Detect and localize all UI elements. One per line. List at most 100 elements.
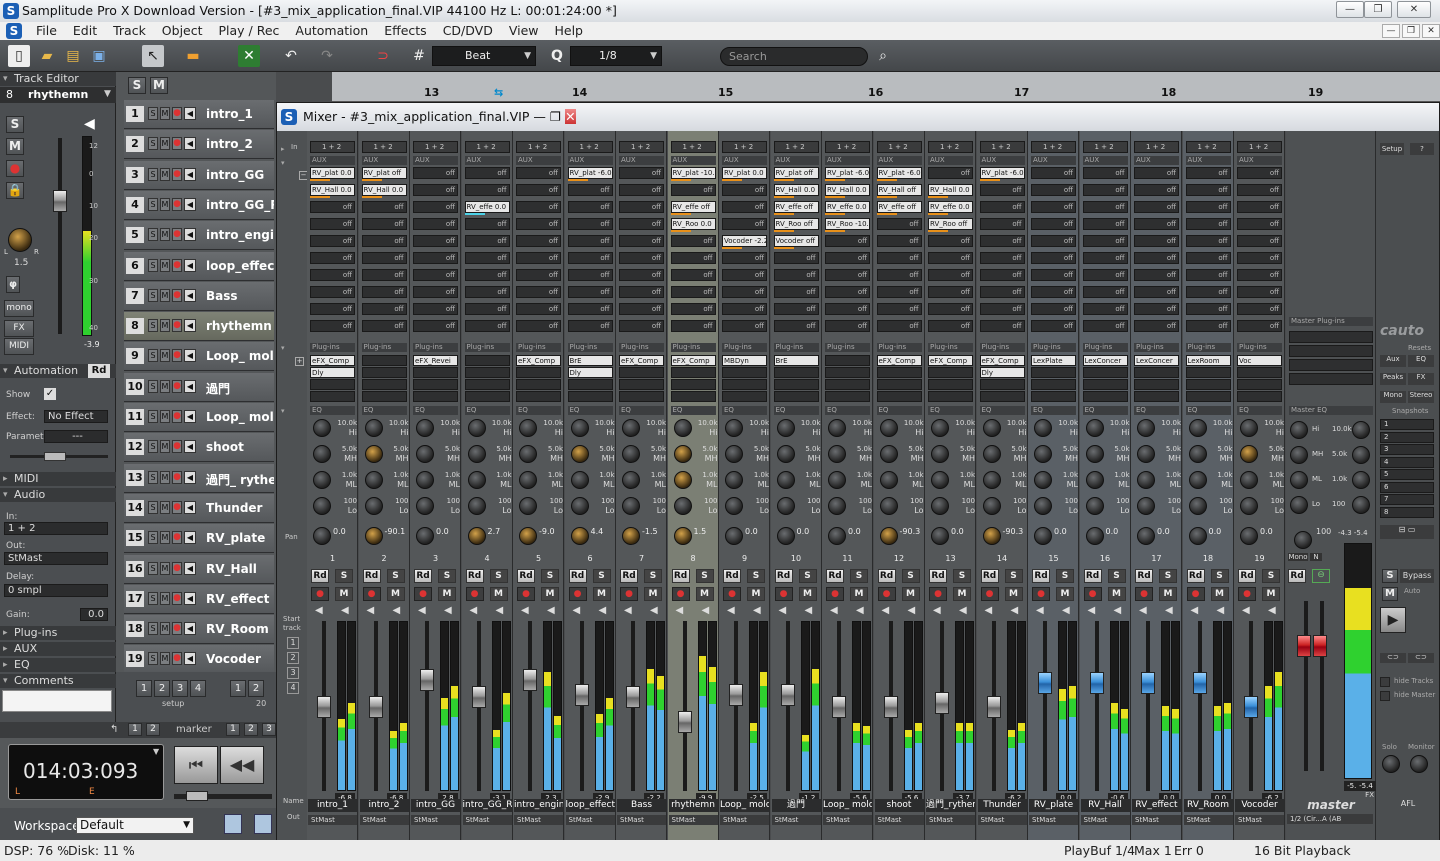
meter-speaker-icon[interactable]: ◀ [1114,605,1122,616]
playhead-marker-icon[interactable]: ⇆ [494,86,503,99]
plugin-slot[interactable]: eFX_Comp [928,355,973,366]
aux-send[interactable]: off [1237,235,1282,247]
aux-send[interactable]: off [876,235,922,247]
eq-gain-knob[interactable] [673,471,692,489]
input-select[interactable]: 1 + 2 [1082,141,1128,153]
aux-send[interactable]: off [567,320,613,332]
track-s-button[interactable]: S [148,500,158,514]
aux-send[interactable]: off [773,286,819,298]
meter-speaker-icon[interactable]: ◀ [1217,605,1225,616]
channel-name[interactable]: loop_effect [565,799,615,812]
plugin-slot[interactable] [619,367,664,378]
track-row[interactable]: 15 S M ● ◀ RV_plate [124,524,274,554]
plugin-slot[interactable] [876,367,922,378]
aux-send[interactable]: off [979,303,1025,315]
monitor-speaker-icon[interactable]: ◀ [315,605,323,616]
aux-send[interactable]: RV_plat off [361,167,407,179]
pan-knob[interactable] [725,527,743,545]
volume-fader[interactable] [986,696,1001,718]
aux-send[interactable]: off [567,218,613,230]
aux-send[interactable]: off [516,320,561,332]
plugin-slot[interactable] [413,379,458,390]
delay-field[interactable]: 0 smpl [4,584,108,597]
aux-send[interactable]: off [1185,303,1231,315]
plugin-slot[interactable] [619,391,664,402]
mute-button[interactable]: M [1210,587,1229,601]
track-s-button[interactable]: S [148,197,158,211]
eq-gain-knob[interactable] [467,419,486,437]
volume-fader[interactable] [574,684,589,706]
read-automation-button[interactable]: Rd [929,569,947,583]
channel-output-select[interactable]: StMast [771,815,821,825]
doc-restore-button[interactable]: ❐ [1402,24,1420,38]
meter-speaker-icon[interactable]: ◀ [908,605,916,616]
eq-gain-knob[interactable] [1137,445,1155,463]
track-s-button[interactable]: S [148,258,158,272]
pan-knob[interactable] [982,527,1001,545]
solo-button[interactable]: S [1004,569,1023,583]
read-automation-button[interactable]: Rd [362,569,381,583]
eq-gain-knob[interactable] [725,497,743,515]
channel-output-select[interactable]: StMast [926,815,975,825]
aux-send[interactable]: off [1031,184,1076,196]
eq-gain-knob[interactable] [828,497,846,515]
track-record-icon[interactable]: ● [172,652,182,666]
aux-send[interactable]: RV_Roo 0.0 [670,218,716,230]
aux-send[interactable]: off [1185,235,1231,247]
aux-send[interactable]: off [1134,218,1179,230]
mute-button[interactable]: M [489,587,508,601]
plugin-slot[interactable]: Voc [1237,355,1282,366]
plugin-slot[interactable] [876,379,922,390]
aux-send[interactable]: off [1237,320,1282,332]
eq-gain-knob[interactable] [879,445,898,463]
doc-close-button[interactable]: ✕ [1422,24,1440,38]
eq-gain-knob[interactable] [776,445,795,463]
eq-gain-knob[interactable] [364,445,383,463]
track-speaker-icon[interactable]: ◀ [184,167,196,181]
plugin-slot[interactable] [413,367,458,378]
track-name[interactable]: intro_1 [206,107,274,121]
aux-send[interactable]: off [1237,286,1282,298]
track-row[interactable]: 16 S M ● ◀ RV_Hall [124,554,274,584]
doc-minimize-button[interactable]: — [1382,24,1400,38]
record-button[interactable]: ● [6,160,24,177]
volume-fader[interactable] [935,691,949,714]
track-m-button[interactable]: M [160,107,170,120]
record-arm-icon[interactable]: ● [362,587,381,601]
automation-slider-handle[interactable] [44,452,66,461]
plugin-slot[interactable] [722,379,767,390]
aux-send[interactable]: off [1237,184,1282,196]
plugin-slot[interactable] [722,391,767,402]
grid-icon[interactable]: # [408,45,430,67]
aux-send[interactable]: off [1185,201,1231,213]
solo-button[interactable]: S [1210,569,1229,583]
eq-gain-knob[interactable] [725,419,743,437]
read-automation-button[interactable]: Rd [517,569,535,583]
track-speaker-icon[interactable]: ◀ [184,197,196,211]
track-record-icon[interactable]: ● [172,167,182,181]
meter-speaker-icon[interactable]: ◀ [1062,605,1070,616]
mute-button[interactable]: M [901,587,920,601]
aux-send[interactable]: off [928,320,973,332]
lock-icon[interactable]: 🔒 [6,182,24,199]
track-speaker-icon[interactable]: ◀ [184,349,196,363]
aux-send[interactable]: off [979,252,1025,264]
solo-button[interactable]: S [850,569,868,583]
track-speaker-icon[interactable]: ◀ [184,107,196,120]
aux-send[interactable]: off [876,218,922,230]
eq-gain-knob[interactable] [673,445,692,463]
aux-send[interactable]: off [516,184,561,196]
eq-gain-knob[interactable] [519,497,537,515]
maximize-button[interactable]: ❐ [1364,1,1392,18]
track-speaker-icon[interactable]: ◀ [184,440,196,454]
plugin-slot[interactable] [1134,391,1179,402]
plugin-slot[interactable] [825,391,870,402]
aux-send[interactable]: RV_Hall 0.0 [825,184,870,196]
track-s-button[interactable]: S [148,107,158,120]
link-right-icon[interactable]: ⊂⊃ [1408,653,1434,663]
scissors-icon[interactable]: ✕ [238,45,260,67]
track-row[interactable]: 12 S M ● ◀ shoot [124,433,274,463]
snapshot-slot[interactable]: 1 [1380,419,1434,430]
master-link-icon[interactable]: ⊖ [1312,569,1330,583]
automation-mode-button[interactable]: Rd [88,364,110,378]
